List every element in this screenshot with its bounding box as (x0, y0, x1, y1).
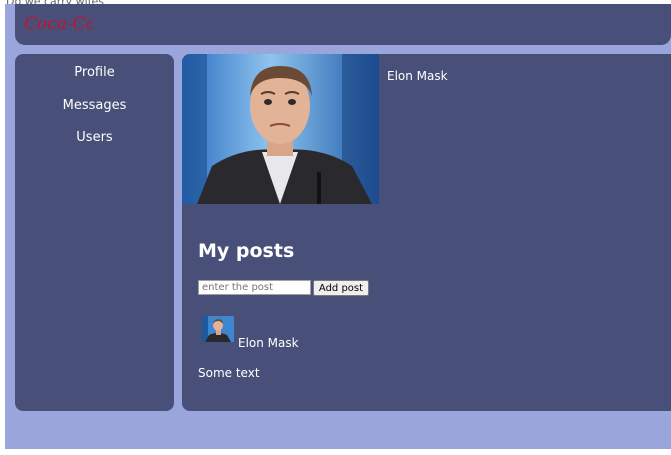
sidebar-item-users[interactable]: Users (15, 130, 174, 145)
posts-title: My posts (198, 240, 295, 262)
header: Coca-Cola (15, 4, 671, 45)
post-author: Elon Mask (238, 336, 299, 350)
add-post-button[interactable]: Add post (313, 280, 369, 296)
sidebar-item-profile[interactable]: Profile (15, 65, 174, 80)
main-content: Elon Mask My posts Add post Elon Mask So… (182, 54, 671, 411)
logo: Coca-Cola (24, 14, 93, 34)
post-item: Elon Mask Some text (182, 316, 482, 396)
post-text: Some text (198, 366, 260, 380)
logo-text: Coca-Cola (24, 14, 93, 34)
post-avatar (202, 316, 234, 342)
sidebar-nav: Profile Messages Users (15, 54, 174, 411)
sidebar-item-messages[interactable]: Messages (15, 98, 174, 113)
app-container: Coca-Cola Profile Messages Users (5, 4, 671, 449)
profile-name: Elon Mask (387, 69, 448, 83)
post-input[interactable] (198, 280, 311, 295)
profile-photo (182, 54, 379, 204)
